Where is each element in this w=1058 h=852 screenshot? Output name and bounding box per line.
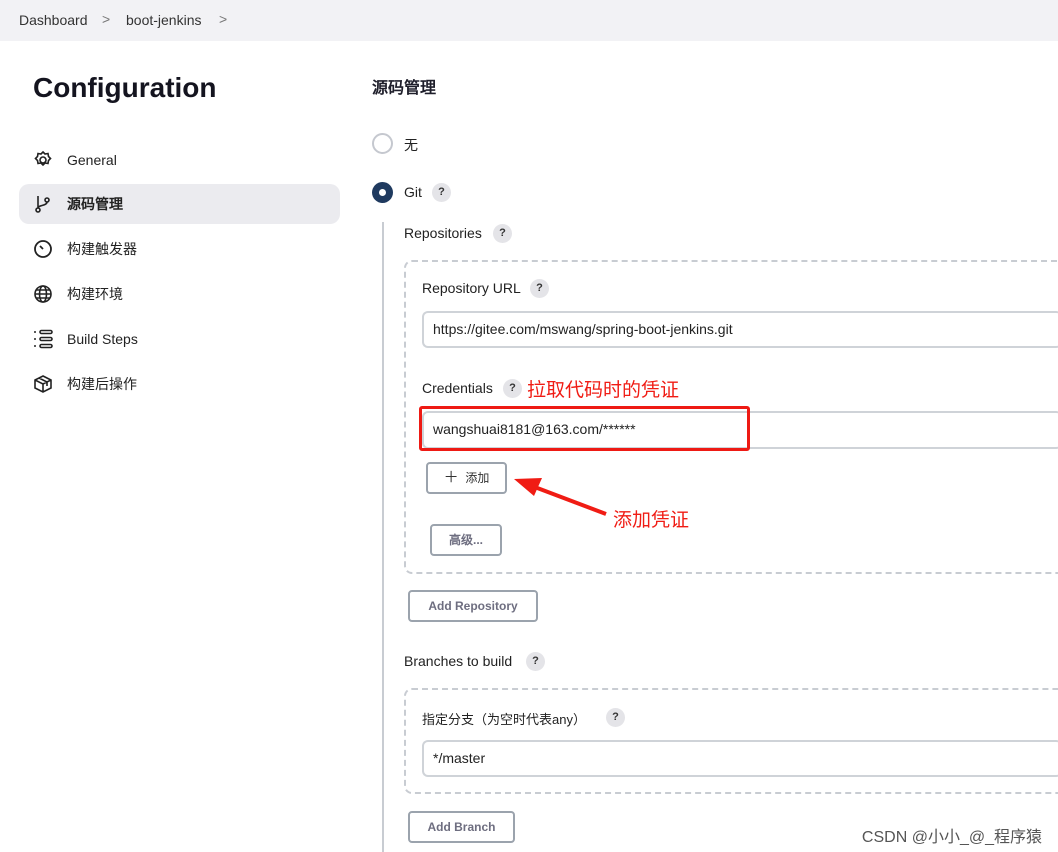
sidebar-item-label: 构建触发器 (67, 241, 137, 257)
sidebar-item-triggers[interactable]: 构建触发器 (19, 229, 340, 269)
section-heading: 源码管理 (372, 80, 437, 97)
radio-git-label: Git (404, 184, 422, 200)
repo-url-label: Repository URL (422, 280, 521, 296)
radio-none-label: 无 (404, 137, 418, 153)
section-divider (382, 222, 384, 852)
breadcrumb-dashboard[interactable]: Dashboard (19, 12, 88, 28)
sidebar-item-general[interactable]: General (19, 140, 340, 180)
branch-spec-input[interactable]: */master (422, 740, 1058, 777)
sidebar-item-label: Build Steps (67, 331, 138, 347)
add-branch-button[interactable]: Add Branch (408, 811, 515, 843)
breadcrumb-job[interactable]: boot-jenkins (126, 12, 202, 28)
repo-url-input[interactable]: https://gitee.com/mswang/spring-boot-jen… (422, 311, 1058, 348)
help-icon[interactable]: ? (530, 279, 549, 298)
repositories-label: Repositories (404, 225, 482, 241)
sidebar-item-label: General (67, 152, 117, 168)
chevron-right-icon[interactable]: > (219, 11, 227, 27)
branch-spec-label: 指定分支（为空时代表any） (422, 712, 586, 727)
sidebar-item-post-build[interactable]: 构建后操作 (19, 364, 340, 404)
list-icon (34, 329, 53, 349)
globe-icon (34, 285, 52, 303)
help-icon[interactable]: ? (493, 224, 512, 243)
package-icon (34, 375, 52, 393)
help-icon[interactable]: ? (606, 708, 625, 727)
help-icon[interactable]: ? (526, 652, 545, 671)
advanced-button[interactable]: 高级... (430, 524, 502, 556)
add-annotation: 添加凭证 (613, 510, 690, 531)
radio-git[interactable] (372, 182, 393, 203)
watermark: CSDN @小小_@_程序猿 (861, 829, 1042, 846)
sidebar-item-environment[interactable]: 构建环境 (19, 274, 340, 314)
credentials-annotation: 拉取代码时的凭证 (527, 380, 680, 401)
branches-label: Branches to build (404, 653, 513, 669)
add-label: 添加 (465, 471, 490, 485)
add-credentials-button[interactable]: ＋ 添加 (426, 462, 507, 494)
arrow-annotation (514, 478, 607, 516)
sidebar-item-build-steps[interactable]: Build Steps (19, 319, 340, 359)
help-icon[interactable]: ? (503, 379, 522, 398)
gear-icon (34, 150, 52, 167)
sidebar-item-label: 构建后操作 (67, 376, 137, 392)
page-title: Configuration (33, 72, 217, 103)
highlight-box (419, 406, 750, 451)
sidebar-item-scm[interactable]: 源码管理 (19, 184, 340, 224)
timer-icon (34, 240, 52, 258)
radio-none[interactable] (372, 133, 393, 154)
chevron-right-icon: > (102, 11, 111, 27)
help-icon[interactable]: ? (432, 183, 451, 202)
breadcrumb-bar: Dashboard > boot-jenkins > (0, 0, 1058, 41)
add-repository-button[interactable]: Add Repository (408, 590, 538, 622)
plus-icon: ＋ (443, 469, 459, 486)
sidebar-item-label: 构建环境 (67, 286, 123, 302)
credentials-label: Credentials (422, 380, 493, 396)
sidebar-item-label: 源码管理 (67, 196, 123, 212)
git-branch-icon (35, 196, 50, 213)
